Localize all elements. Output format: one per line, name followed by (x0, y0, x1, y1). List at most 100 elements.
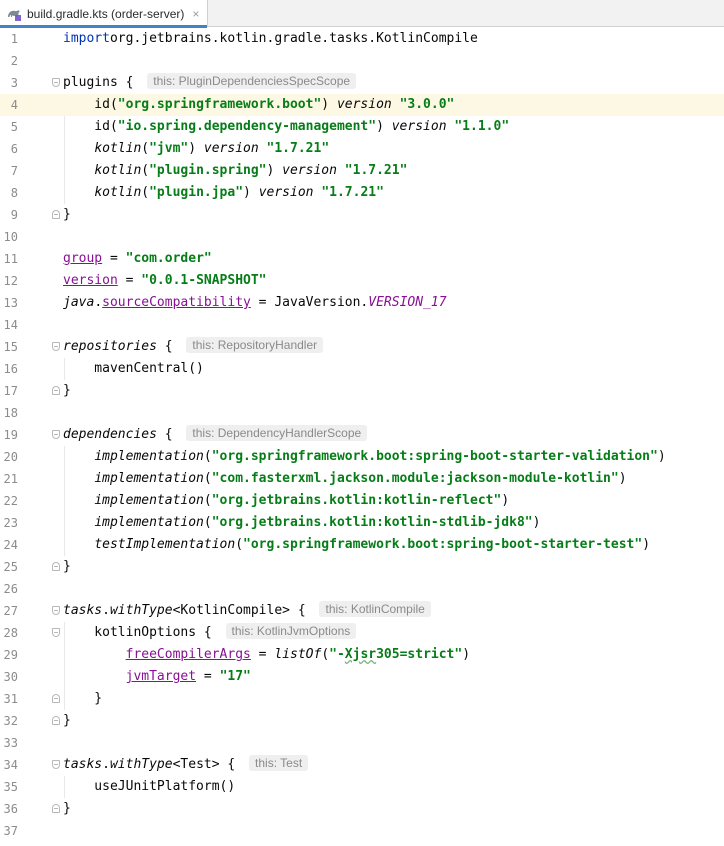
code-token: ) (462, 647, 471, 662)
fold-open-icon[interactable] (52, 628, 60, 637)
code-token: "- (329, 647, 345, 662)
code-line[interactable]: 22 implementation("org.jetbrains.kotlin:… (0, 490, 724, 512)
code-token: listOf (274, 647, 322, 662)
code-line[interactable]: 16 mavenCentral() (0, 358, 724, 380)
code-token: ) (532, 515, 541, 530)
code-token: ( (321, 647, 330, 662)
code-line[interactable]: 23 implementation("org.jetbrains.kotlin:… (0, 512, 724, 534)
code-line[interactable]: 6 kotlin("jvm") version "1.7.21" (0, 138, 724, 160)
code-line[interactable]: 25} (0, 556, 724, 578)
fold-open-icon[interactable] (52, 430, 60, 439)
code-line[interactable]: 18 (0, 402, 724, 424)
line-number: 34 (3, 758, 18, 772)
code-token: ( (141, 163, 150, 178)
code-token: "org.springframework.boot" (117, 97, 322, 112)
code-line[interactable]: 1 importorg.jetbrains.kotlin.gradle.tasks… (0, 28, 724, 50)
code-token: ) (501, 493, 510, 508)
code-token: kotlin (94, 163, 142, 178)
code-text: id("org.springframework.boot") version "… (63, 94, 454, 116)
code-line[interactable]: 11 group = "com.order" (0, 248, 724, 270)
line-number: 1 (10, 32, 18, 46)
code-line[interactable]: 28 kotlinOptions { this: KotlinJvmOption… (0, 622, 724, 644)
code-line[interactable]: 20 implementation("org.springframework.b… (0, 446, 724, 468)
code-line[interactable]: 3 plugins { this: PluginDependenciesSpecS… (0, 72, 724, 94)
code-token: implementation (94, 471, 204, 486)
code-text: repositories { this: RepositoryHandler (63, 336, 324, 358)
code-token: { (156, 427, 181, 442)
code-line[interactable]: 31 } (0, 688, 724, 710)
code-line[interactable]: 24 testImplementation("org.springframewo… (0, 534, 724, 556)
line-number: 9 (10, 208, 18, 222)
code-line[interactable]: 14 (0, 314, 724, 336)
code-line[interactable]: 19 dependencies { this: DependencyHandler… (0, 424, 724, 446)
code-line[interactable]: 2 (0, 50, 724, 72)
code-text: importorg.jetbrains.kotlin.gradle.tasks.… (63, 28, 478, 50)
code-text: freeCompilerArgs = listOf("-Xjsr305=stri… (63, 644, 470, 666)
code-line[interactable]: 30 jvmTarget = "17" (0, 666, 724, 688)
code-line[interactable]: 8 kotlin("plugin.jpa") version "1.7.21" (0, 182, 724, 204)
code-token: "plugin.spring" (149, 163, 267, 178)
code-line[interactable]: 37 (0, 820, 724, 842)
tab-build-gradle-kts[interactable]: build.gradle.kts (order-server) × (0, 0, 209, 28)
code-token: version (258, 185, 314, 200)
code-line[interactable]: 7 kotlin("plugin.spring") version "1.7.2… (0, 160, 724, 182)
code-token: id( (63, 119, 118, 134)
close-icon[interactable]: × (192, 7, 199, 21)
code-token: } (63, 713, 71, 728)
code-line[interactable]: 26 (0, 578, 724, 600)
fold-open-icon[interactable] (52, 606, 60, 615)
code-line[interactable]: 27 tasks.withType<KotlinCompile> { this: … (0, 600, 724, 622)
code-line[interactable]: 17} (0, 380, 724, 402)
code-token: version (63, 273, 118, 288)
code-token: } (63, 801, 71, 816)
fold-open-icon[interactable] (52, 342, 60, 351)
inlay-hint: this: DependencyHandlerScope (186, 425, 368, 441)
code-text: id("io.spring.dependency-management") ve… (63, 116, 509, 138)
fold-close-icon[interactable] (52, 716, 60, 725)
code-token: = (117, 273, 142, 288)
code-line[interactable]: 4 id("org.springframework.boot") version… (0, 94, 724, 116)
code-text: testImplementation("org.springframework.… (63, 534, 650, 556)
fold-open-icon[interactable] (52, 78, 60, 87)
code-text: useJUnitPlatform() (63, 776, 235, 798)
code-line[interactable]: 33 (0, 732, 724, 754)
code-token: ( (141, 141, 150, 156)
code-token: repositories (63, 339, 157, 354)
code-line[interactable]: 5 id("io.spring.dependency-management") … (0, 116, 724, 138)
code-token: . (102, 757, 110, 772)
fold-close-icon[interactable] (52, 210, 60, 219)
code-line[interactable]: 32} (0, 710, 724, 732)
line-number: 19 (3, 428, 18, 442)
fold-close-icon[interactable] (52, 386, 60, 395)
code-token: VERSION_17 (368, 295, 447, 310)
code-line[interactable]: 12 version = "0.0.1-SNAPSHOT" (0, 270, 724, 292)
line-number: 26 (3, 582, 18, 596)
line-number: 33 (3, 736, 18, 750)
fold-close-icon[interactable] (52, 804, 60, 813)
code-line[interactable]: 36} (0, 798, 724, 820)
code-editor[interactable]: 1 importorg.jetbrains.kotlin.gradle.tasks… (0, 28, 724, 846)
code-line[interactable]: 34 tasks.withType<Test> { this: Test (0, 754, 724, 776)
code-line[interactable]: 15 repositories { this: RepositoryHandler (0, 336, 724, 358)
code-text: implementation("com.fasterxml.jackson.mo… (63, 468, 626, 490)
code-text: version = "0.0.1-SNAPSHOT" (63, 270, 267, 292)
code-token: 305=strict" (376, 647, 463, 662)
fold-close-icon[interactable] (52, 694, 60, 703)
inlay-hint: this: Test (249, 755, 309, 771)
code-token: useJUnitPlatform() (63, 779, 236, 794)
line-number: 7 (10, 164, 18, 178)
code-line[interactable]: 13 java.sourceCompatibility = JavaVersion… (0, 292, 724, 314)
code-line[interactable]: 10 (0, 226, 724, 248)
code-line[interactable]: 21 implementation("com.fasterxml.jackson… (0, 468, 724, 490)
code-token: <KotlinCompile> { (172, 603, 314, 618)
code-line[interactable]: 29 freeCompilerArgs = listOf("-Xjsr305=s… (0, 644, 724, 666)
line-number: 32 (3, 714, 18, 728)
fold-close-icon[interactable] (52, 562, 60, 571)
code-line[interactable]: 35 useJUnitPlatform() (0, 776, 724, 798)
code-line[interactable]: 9} (0, 204, 724, 226)
code-token: testImplementation (94, 537, 236, 552)
fold-open-icon[interactable] (52, 760, 60, 769)
